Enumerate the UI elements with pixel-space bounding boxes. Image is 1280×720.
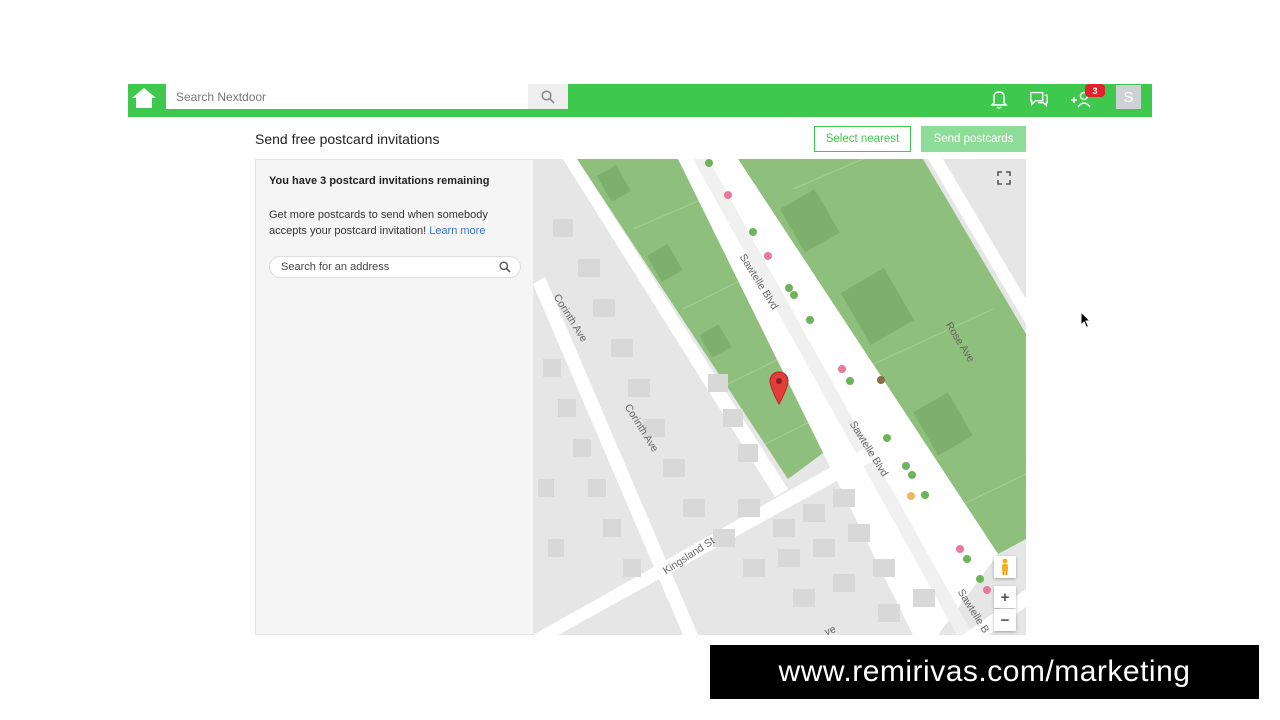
send-postcards-button[interactable]: Send postcards: [921, 126, 1026, 152]
zoom-out-button[interactable]: −: [994, 609, 1016, 631]
page-title: Send free postcard invitations: [255, 131, 440, 147]
search-icon[interactable]: [499, 261, 511, 273]
postcard-description: Get more postcards to send when somebody…: [269, 207, 519, 239]
search-icon: [541, 89, 555, 104]
address-search-input[interactable]: [270, 257, 490, 277]
map-pin-icon[interactable]: [769, 371, 789, 405]
notification-badge: 3: [1085, 84, 1105, 97]
select-nearest-button[interactable]: Select nearest: [814, 126, 911, 152]
bell-icon[interactable]: [988, 88, 1010, 110]
search-input[interactable]: [166, 84, 528, 109]
avatar[interactable]: S: [1116, 85, 1141, 109]
fullscreen-icon[interactable]: [993, 167, 1015, 189]
home-icon[interactable]: [130, 85, 158, 111]
address-search: [269, 256, 521, 278]
top-navigation-bar: 3 S: [128, 84, 1152, 117]
mouse-cursor-icon: [1080, 311, 1092, 329]
postcard-panel: You have 3 postcard invitations remainin…: [255, 159, 533, 635]
learn-more-link[interactable]: Learn more: [429, 225, 485, 237]
zoom-in-button[interactable]: +: [994, 586, 1016, 608]
invitations-remaining-heading: You have 3 postcard invitations remainin…: [269, 175, 490, 187]
neighborhood-map[interactable]: Sawtelle Blvd Sawtelle Blvd Corinth Ave …: [533, 159, 1026, 635]
search-button[interactable]: [528, 84, 568, 109]
search-bar: [166, 84, 568, 109]
chat-icon[interactable]: [1028, 88, 1050, 110]
watermark-url: www.remirivas.com/marketing: [710, 645, 1259, 699]
pegman-icon[interactable]: [994, 556, 1016, 578]
